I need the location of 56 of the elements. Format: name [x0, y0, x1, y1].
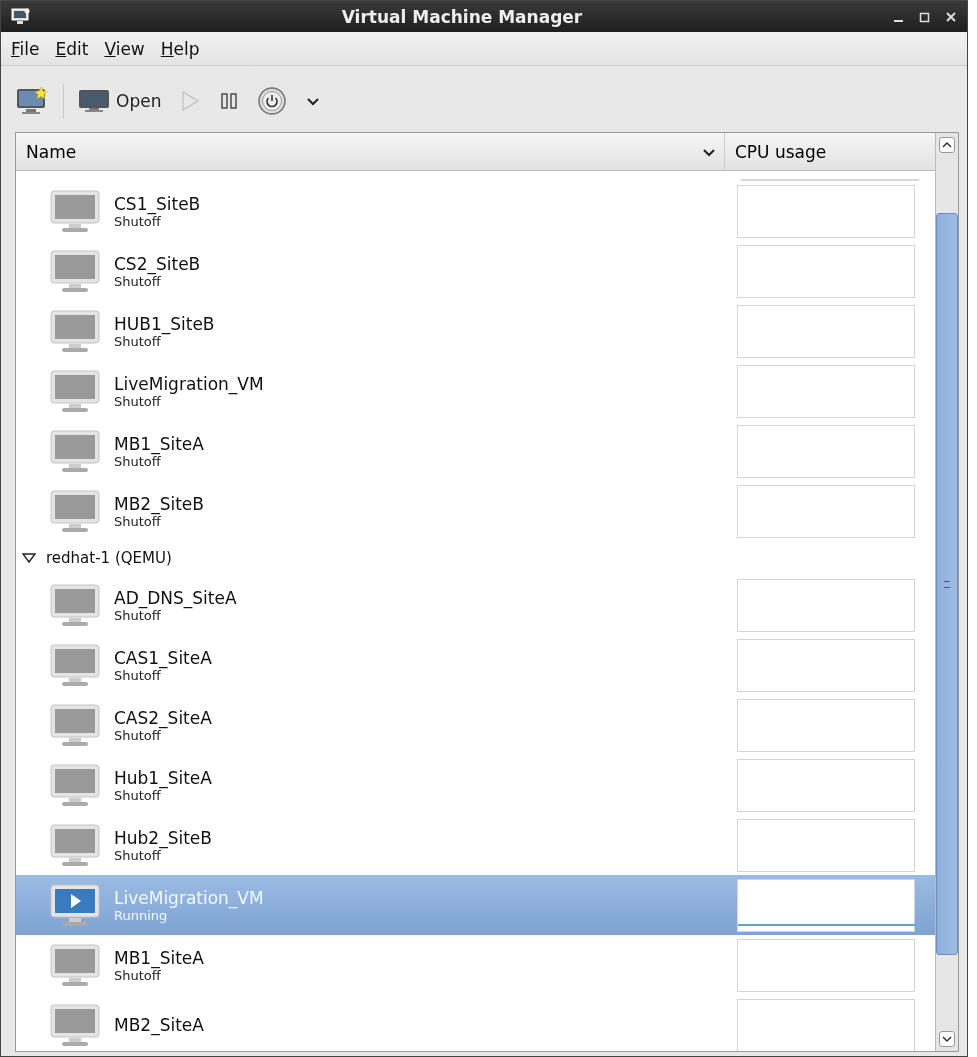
- vm-row[interactable]: MB2_SiteB Shutoff: [16, 481, 935, 541]
- vm-row[interactable]: CS2_SiteB Shutoff: [16, 241, 935, 301]
- app-icon: [11, 7, 31, 26]
- vm-name: CS1_SiteB: [114, 193, 201, 214]
- menu-item[interactable]: File: [5, 36, 46, 61]
- vm-row[interactable]: CAS2_SiteA Shutoff: [16, 695, 935, 755]
- vm-status: Shutoff: [114, 607, 161, 623]
- vm-status: Shutoff: [114, 453, 161, 469]
- vm-status: Running: [114, 907, 168, 923]
- vm-name: MB1_SiteA: [114, 947, 204, 968]
- monitor-icon: [78, 88, 110, 114]
- vm-status: Shutoff: [114, 787, 162, 803]
- vm-name: Hub2_SiteB: [114, 827, 212, 848]
- vm-name: HUB1_SiteB: [114, 313, 215, 334]
- vm-status: Shutoff: [114, 393, 161, 409]
- vm-name: Hub1_SiteA: [114, 767, 212, 788]
- vm-row[interactable]: MB1_SiteA Shutoff: [16, 935, 935, 995]
- vm-name: CAS2_SiteA: [114, 707, 212, 728]
- vm-name: LiveMigration_VM: [114, 887, 264, 908]
- vm-name: CAS1_SiteA: [114, 647, 212, 668]
- vm-status: Shutoff: [114, 847, 162, 863]
- menu-item[interactable]: View: [98, 36, 151, 61]
- vm-row[interactable]: LiveMigration_VM Shutoff: [16, 361, 935, 421]
- menu-item[interactable]: Edit: [49, 36, 95, 61]
- menu-item[interactable]: Help: [154, 36, 206, 61]
- vm-status: Shutoff: [114, 967, 161, 983]
- name-column-header[interactable]: Name: [16, 133, 725, 170]
- vm-row[interactable]: CS1_SiteB Shutoff: [16, 181, 935, 241]
- open-button[interactable]: Open: [74, 88, 166, 114]
- vm-name: MB2_SiteA: [114, 1015, 204, 1035]
- vm-status: Shutoff: [114, 273, 161, 289]
- expander-icon[interactable]: [22, 552, 36, 564]
- scrollbar[interactable]: [935, 133, 958, 1051]
- vm-row[interactable]: Hub2_SiteB Shutoff: [16, 815, 935, 875]
- vm-name: AD_DNS_SiteA: [114, 587, 237, 608]
- vm-status: Shutoff: [114, 667, 162, 683]
- vm-status: Shutoff: [114, 727, 162, 743]
- vm-row[interactable]: MB2_SiteA: [16, 995, 935, 1051]
- cpu-column-header[interactable]: CPU usage: [725, 133, 935, 170]
- vm-row[interactable]: MB1_SiteA Shutoff: [16, 421, 935, 481]
- vm-name: MB2_SiteB: [114, 493, 204, 514]
- host-name: redhat-1 (QEMU): [46, 549, 172, 567]
- vm-status: Shutoff: [114, 213, 161, 229]
- vm-row[interactable]: AD_DNS_SiteA Shutoff: [16, 575, 935, 635]
- vm-name: MB1_SiteA: [114, 433, 204, 454]
- vm-status: Shutoff: [114, 513, 161, 529]
- vm-name: CS2_SiteB: [114, 253, 201, 274]
- vm-row[interactable]: HUB1_SiteB Shutoff: [16, 301, 935, 361]
- close-icon[interactable]: [945, 10, 957, 23]
- window-title: Virtual Machine Manager: [340, 6, 584, 27]
- vm-row[interactable]: Hub1_SiteA Shutoff: [16, 755, 935, 815]
- vm-name: LiveMigration_VM: [114, 373, 264, 394]
- maximize-icon[interactable]: [919, 10, 931, 23]
- host-row[interactable]: redhat-1 (QEMU): [16, 541, 935, 575]
- vm-row[interactable]: CAS1_SiteA Shutoff: [16, 635, 935, 695]
- vm-status: Shutoff: [114, 333, 161, 349]
